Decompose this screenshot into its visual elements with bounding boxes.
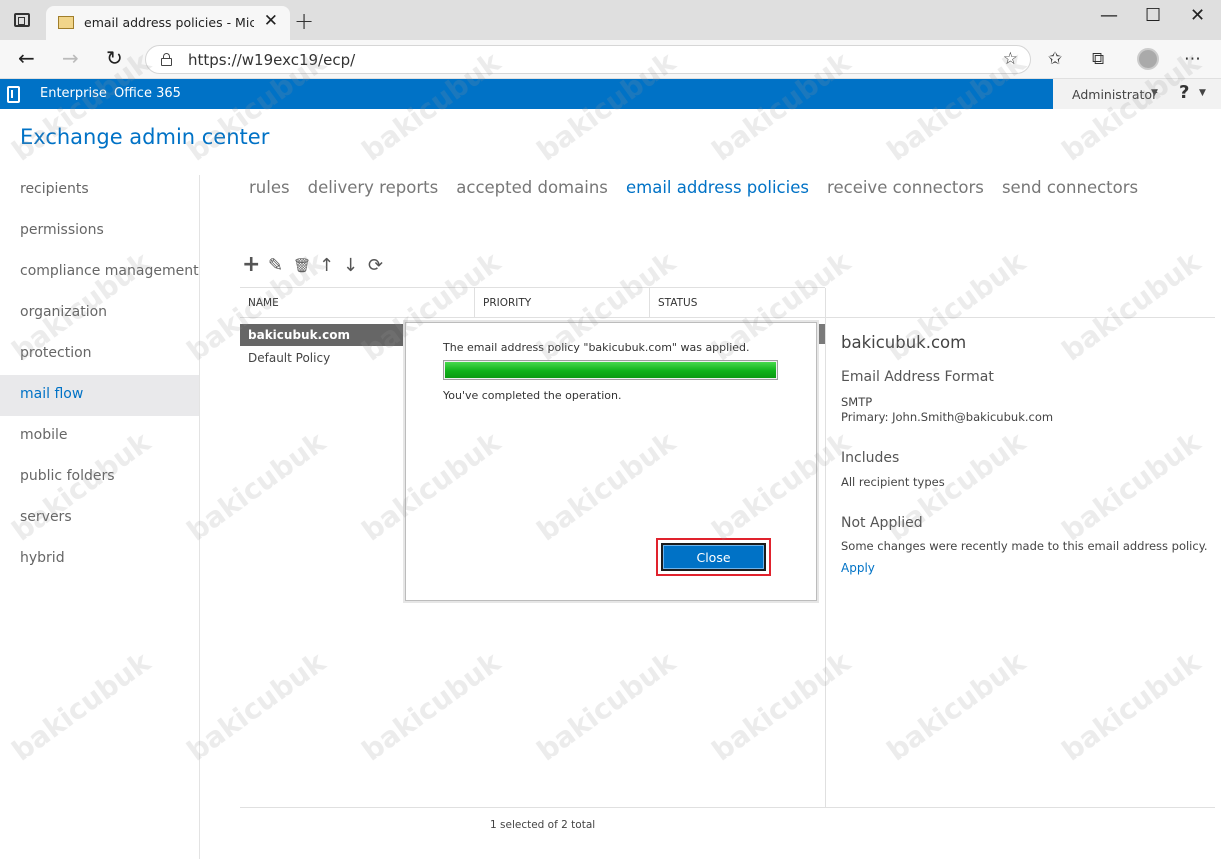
status-dialog: The email address policy "bakicubuk.com"… bbox=[405, 322, 817, 601]
collections-icon[interactable]: ⧉ bbox=[1092, 49, 1104, 69]
dialog-message: The email address policy "bakicubuk.com"… bbox=[443, 341, 750, 354]
dialog-done-text: You've completed the operation. bbox=[443, 389, 622, 402]
tab-receive-connectors[interactable]: receive connectors bbox=[827, 178, 984, 197]
exchange-favicon-icon bbox=[58, 16, 74, 29]
chevron-down-icon[interactable]: ▼ bbox=[1151, 88, 1158, 98]
forward-icon: → bbox=[62, 46, 79, 70]
refresh-icon[interactable]: ⟳ bbox=[368, 255, 383, 276]
user-menu[interactable]: Administrator bbox=[1072, 87, 1157, 102]
enterprise-link[interactable]: Enterprise bbox=[40, 86, 107, 101]
subtab-bar: rules delivery reports accepted domains … bbox=[249, 178, 1151, 197]
tab-email-address-policies[interactable]: email address policies bbox=[626, 178, 809, 197]
nav-item-protection[interactable]: protection bbox=[0, 334, 199, 375]
maximize-icon[interactable]: ☐ bbox=[1145, 5, 1161, 26]
watermark-text: bakicubuk bbox=[355, 645, 507, 768]
column-header-name[interactable]: NAME bbox=[248, 297, 279, 309]
tab-title: email address policies - Microsoft bbox=[84, 15, 254, 30]
list-count: 1 selected of 2 total bbox=[490, 819, 596, 831]
table-row[interactable]: bakicubuk.com bbox=[240, 324, 408, 346]
chevron-down-icon[interactable]: ▼ bbox=[1199, 88, 1206, 98]
move-up-icon[interactable]: ↑ bbox=[319, 255, 334, 276]
format-value: Primary: John.Smith@bakicubuk.com bbox=[841, 410, 1054, 424]
add-icon[interactable]: + bbox=[242, 252, 260, 277]
office-logo-icon[interactable] bbox=[7, 86, 20, 103]
details-divider-top bbox=[825, 317, 1215, 318]
column-header-priority[interactable]: PRIORITY bbox=[483, 297, 531, 309]
nav-item-hybrid[interactable]: hybrid bbox=[0, 539, 199, 580]
lock-icon[interactable] bbox=[161, 53, 172, 66]
status-text: Some changes were recently made to this … bbox=[841, 539, 1208, 553]
delete-icon[interactable]: 🗑 bbox=[293, 258, 311, 274]
favorites-icon[interactable]: ✩ bbox=[1048, 49, 1062, 69]
nav-item-recipients[interactable]: recipients bbox=[0, 170, 199, 211]
edit-icon[interactable]: ✎ bbox=[268, 255, 283, 276]
format-heading: Email Address Format bbox=[841, 369, 994, 385]
suite-header: Enterprise Office 365 bbox=[0, 79, 1053, 109]
watermark-text: bakicubuk bbox=[530, 645, 682, 768]
includes-heading: Includes bbox=[841, 450, 900, 466]
watermark-text: bakicubuk bbox=[180, 645, 332, 768]
more-icon[interactable]: ⋯ bbox=[1184, 49, 1201, 69]
row-name: bakicubuk.com bbox=[248, 328, 350, 342]
column-header-status[interactable]: STATUS bbox=[658, 297, 697, 309]
nav-item-permissions[interactable]: permissions bbox=[0, 211, 199, 252]
back-icon[interactable]: ← bbox=[18, 46, 35, 70]
user-menu-area: Administrator ▼ ? ▼ bbox=[1053, 79, 1221, 109]
details-divider bbox=[825, 288, 826, 808]
nav-item-public-folders[interactable]: public folders bbox=[0, 457, 199, 498]
column-separator bbox=[474, 288, 475, 318]
watermark-text: bakicubuk bbox=[705, 645, 857, 768]
includes-value: All recipient types bbox=[841, 475, 945, 489]
nav-item-mobile[interactable]: mobile bbox=[0, 416, 199, 457]
tab-accepted-domains[interactable]: accepted domains bbox=[456, 178, 608, 197]
list-divider-bottom bbox=[240, 807, 1215, 808]
browser-tab-strip: email address policies - Microsoft ✕ + —… bbox=[0, 0, 1221, 40]
reload-icon[interactable]: ↻ bbox=[106, 46, 123, 70]
watermark-text: bakicubuk bbox=[180, 425, 332, 548]
browser-tab[interactable]: email address policies - Microsoft ✕ bbox=[46, 6, 290, 40]
status-heading: Not Applied bbox=[841, 515, 923, 531]
list-scrollbar[interactable] bbox=[818, 324, 825, 344]
nav-divider bbox=[199, 175, 200, 859]
watermark-text: bakicubuk bbox=[5, 645, 157, 768]
url-text[interactable]: https://w19exc19/ecp/ bbox=[188, 51, 355, 69]
browser-toolbar: ← → ↻ https://w19exc19/ecp/ ☆ ✩ ⧉ ⋯ bbox=[0, 40, 1221, 79]
add-favorite-icon[interactable]: ☆ bbox=[1003, 49, 1018, 69]
row-name: Default Policy bbox=[248, 351, 331, 365]
column-separator bbox=[649, 288, 650, 318]
window-close-icon[interactable]: ✕ bbox=[1190, 5, 1205, 26]
list-header: NAME PRIORITY STATUS bbox=[240, 287, 825, 318]
close-button[interactable]: Close bbox=[661, 543, 766, 571]
tab-close-icon[interactable]: ✕ bbox=[264, 11, 278, 31]
nav-item-servers[interactable]: servers bbox=[0, 498, 199, 539]
format-type: SMTP bbox=[841, 395, 873, 409]
address-bar[interactable]: https://w19exc19/ecp/ ☆ bbox=[145, 45, 1031, 74]
tab-delivery-reports[interactable]: delivery reports bbox=[308, 178, 439, 197]
profile-avatar[interactable] bbox=[1137, 48, 1159, 70]
progress-fill bbox=[445, 362, 776, 378]
apply-link[interactable]: Apply bbox=[841, 561, 1211, 575]
details-title: bakicubuk.com bbox=[841, 333, 967, 352]
details-pane: bakicubuk.com Email Address Format SMTP … bbox=[841, 333, 1211, 575]
tab-actions-icon[interactable] bbox=[14, 13, 30, 27]
nav-item-mail-flow[interactable]: mail flow bbox=[0, 375, 199, 416]
page-title: Exchange admin center bbox=[20, 125, 270, 149]
watermark-text: bakicubuk bbox=[880, 645, 1032, 768]
progress-bar bbox=[443, 360, 778, 380]
minimize-icon[interactable]: — bbox=[1100, 5, 1118, 26]
help-icon[interactable]: ? bbox=[1179, 82, 1189, 103]
move-down-icon[interactable]: ↓ bbox=[343, 255, 358, 276]
nav-item-compliance-management[interactable]: compliance management bbox=[0, 252, 199, 293]
left-nav: recipients permissions compliance manage… bbox=[0, 170, 199, 580]
watermark-text: bakicubuk bbox=[1055, 645, 1207, 768]
tab-rules[interactable]: rules bbox=[249, 178, 290, 197]
tab-send-connectors[interactable]: send connectors bbox=[1002, 178, 1138, 197]
new-tab-icon[interactable]: + bbox=[294, 7, 314, 35]
nav-item-organization[interactable]: organization bbox=[0, 293, 199, 334]
office365-link[interactable]: Office 365 bbox=[114, 86, 181, 101]
